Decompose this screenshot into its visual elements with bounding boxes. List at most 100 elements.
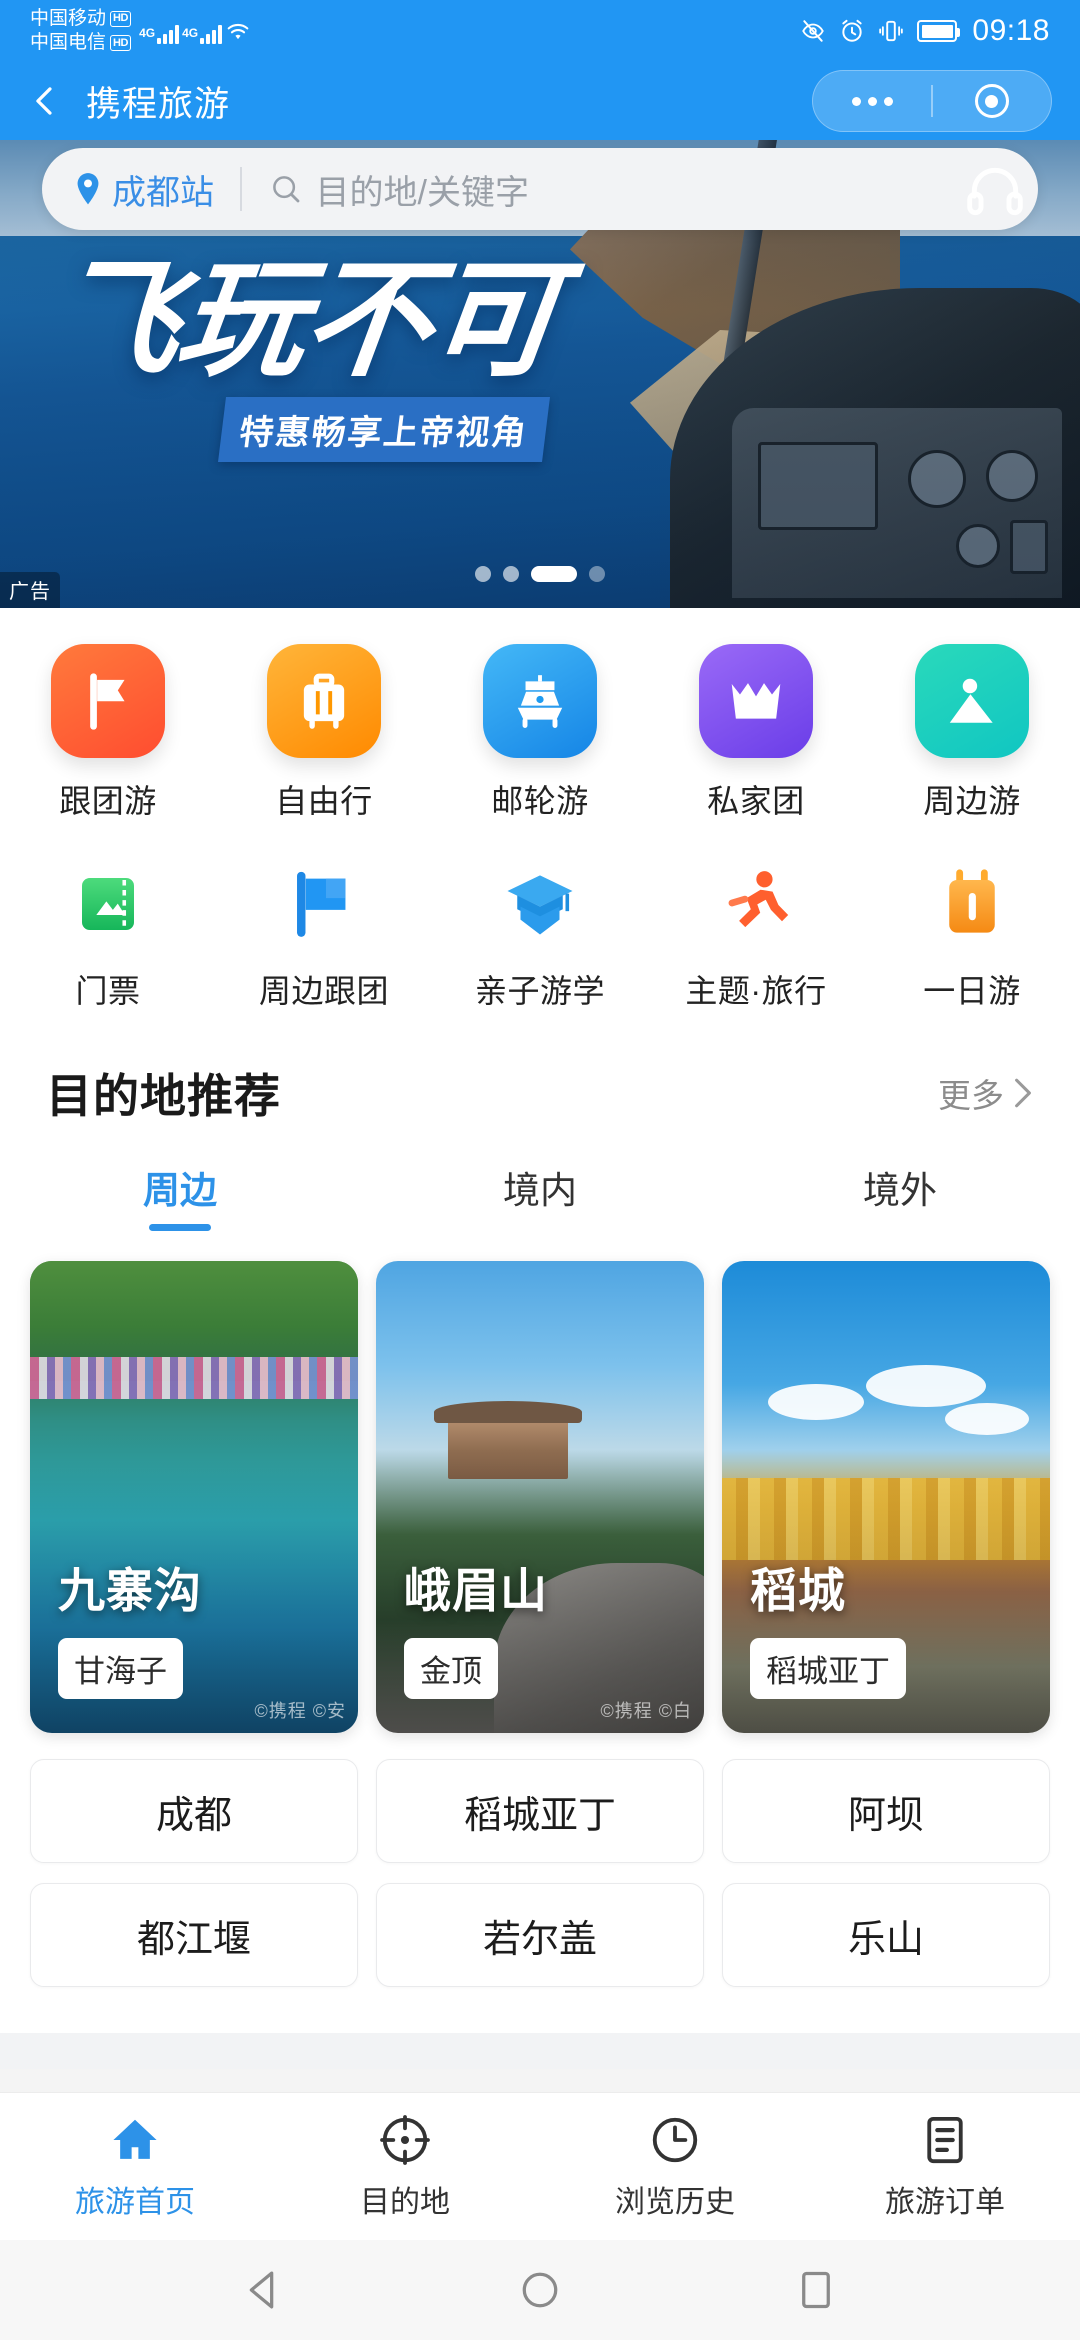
android-home-icon[interactable] <box>517 2267 563 2313</box>
tab-jingnei[interactable]: 境内 <box>360 1160 720 1231</box>
more-button[interactable] <box>813 71 931 131</box>
destination-card-jiuzhaigou[interactable]: 九寨沟 甘海子 ©携程 ©安 <box>30 1261 358 1733</box>
section-title: 目的地推荐 <box>46 1070 281 1122</box>
signal-group-1: 4G <box>139 24 180 44</box>
bottomnav-label: 浏览历史 <box>615 2185 735 2219</box>
battery-icon <box>917 20 961 42</box>
destination-section: 目的地推荐 更多 周边 境内 境外 九寨沟 甘海子 ©携程 ©安 峨眉山 金顶 … <box>0 1034 1080 2033</box>
carrier-name-1: 中国移动 <box>30 7 107 29</box>
back-chevron-icon[interactable] <box>28 84 62 118</box>
quicknav-label: 邮轮游 <box>491 783 589 819</box>
chip-chengdu[interactable]: 成都 <box>30 1759 358 1863</box>
signal-indicators: 4G 4G <box>139 18 251 44</box>
chevron-right-icon <box>1015 1078 1031 1108</box>
card-tag: 稻城亚丁 <box>750 1638 906 1699</box>
status-bar-time: 09:18 <box>972 14 1050 47</box>
calendar-icon <box>924 856 1020 952</box>
destination-card-daocheng[interactable]: 稻城 稻城亚丁 <box>722 1261 1050 1733</box>
chip-aba[interactable]: 阿坝 <box>722 1759 1050 1863</box>
chip-ruoergai[interactable]: 若尔盖 <box>376 1883 704 1987</box>
section-header: 目的地推荐 更多 <box>0 1034 1080 1136</box>
ad-label: 广告 <box>0 572 60 608</box>
destination-tabs: 周边 境内 境外 <box>0 1136 1080 1231</box>
quicknav-item-youlunyou[interactable]: 邮轮游 <box>432 644 648 822</box>
headset-icon[interactable] <box>964 160 1026 222</box>
network-label-2: 4G <box>182 26 199 40</box>
quicknav-label: 周边游 <box>923 783 1021 819</box>
quick-nav-grid: 跟团游 自由行 邮轮游 私家团 周边游 门票 周边跟团 亲子游学 主题·旅行 一… <box>0 608 1080 1034</box>
banner-dot-4[interactable] <box>589 566 605 582</box>
status-bar-carriers: 中国移动 HD 中国电信 HD <box>30 7 132 56</box>
card-tag: 甘海子 <box>58 1638 183 1699</box>
blue-flag-icon <box>276 856 372 952</box>
clock-icon <box>652 2117 698 2162</box>
more-label: 更多 <box>938 1077 1004 1114</box>
home-icon <box>113 2119 157 2159</box>
chip-dujiangyan[interactable]: 都江堰 <box>30 1883 358 1987</box>
chip-row-1: 成都 稻城亚丁 阿坝 <box>30 1759 1050 1863</box>
quicknav-label: 私家团 <box>707 783 805 819</box>
quicknav-item-sijiatuan[interactable]: 私家团 <box>648 644 864 822</box>
quicknav-item-yiriyou[interactable]: 一日游 <box>864 856 1080 1012</box>
selected-city: 成都站 <box>112 173 214 212</box>
tab-jingwai[interactable]: 境外 <box>720 1160 1080 1231</box>
banner-dot-2[interactable] <box>503 566 519 582</box>
bottomnav-label: 旅游首页 <box>75 2185 195 2219</box>
card-watermark: ©携程 ©安 <box>254 1701 346 1721</box>
quick-nav-row-1: 跟团游 自由行 邮轮游 私家团 周边游 <box>0 644 1080 822</box>
search-bar[interactable]: 成都站 目的地/关键字 <box>42 148 1038 230</box>
signal-group-2: 4G <box>182 24 223 44</box>
compass-icon <box>380 2114 430 2165</box>
quicknav-item-menpiao[interactable]: 门票 <box>0 856 216 1012</box>
bottomnav-label: 旅游订单 <box>885 2185 1005 2219</box>
bottomnav-item-orders[interactable]: 旅游订单 <box>810 2093 1080 2240</box>
app-header: 携程旅游 <box>0 62 1080 140</box>
android-navigation-bar <box>0 2240 1080 2340</box>
wifi-icon <box>227 23 249 40</box>
quicknav-item-zhoubiangentuan[interactable]: 周边跟团 <box>216 856 432 1012</box>
miniprogram-capsule <box>812 70 1052 132</box>
android-recents-icon[interactable] <box>793 2267 839 2313</box>
quicknav-item-zhoubianyou[interactable]: 周边游 <box>864 644 1080 822</box>
quicknav-item-tuantuanyou[interactable]: 跟团游 <box>0 644 216 822</box>
destination-chips: 成都 稻城亚丁 阿坝 都江堰 若尔盖 乐山 <box>0 1733 1080 1987</box>
banner-pagination[interactable] <box>0 566 1080 582</box>
quicknav-item-qinziyouxue[interactable]: 亲子游学 <box>432 856 648 1012</box>
bottomnav-item-destination[interactable]: 目的地 <box>270 2093 540 2240</box>
banner-subtitle: 特惠畅享上帝视角 <box>218 396 550 462</box>
banner-dot-1[interactable] <box>475 566 491 582</box>
alarm-icon <box>842 19 863 42</box>
tab-underline <box>509 1224 571 1231</box>
search-input[interactable]: 目的地/关键字 <box>242 165 1039 214</box>
order-list-icon <box>927 2116 963 2163</box>
more-link[interactable]: 更多 <box>938 1069 1034 1117</box>
quicknav-label: 跟团游 <box>59 783 157 819</box>
card-watermark: ©携程 ©白 <box>600 1701 692 1721</box>
card-tag: 金顶 <box>404 1638 498 1699</box>
close-miniprogram-button[interactable] <box>933 71 1051 131</box>
quicknav-item-zhutilvxing[interactable]: 主题·旅行 <box>648 856 864 1012</box>
search-icon <box>272 176 299 203</box>
quicknav-label: 一日游 <box>923 973 1021 1009</box>
status-bar: 中国移动 HD 中国电信 HD 4G 4G 09:18 <box>0 0 1080 62</box>
bottomnav-item-home[interactable]: 旅游首页 <box>0 2093 270 2240</box>
graduation-cap-icon <box>492 856 588 952</box>
chip-daochengyading[interactable]: 稻城亚丁 <box>376 1759 704 1863</box>
quicknav-label: 亲子游学 <box>474 973 605 1009</box>
city-selector[interactable]: 成都站 <box>42 148 240 230</box>
suitcase-icon <box>267 644 381 758</box>
cruise-ship-icon <box>483 644 597 758</box>
tab-zhoubian[interactable]: 周边 <box>0 1160 360 1231</box>
bottomnav-item-history[interactable]: 浏览历史 <box>540 2093 810 2240</box>
android-back-icon[interactable] <box>241 2267 287 2313</box>
tab-label: 境外 <box>863 1170 937 1211</box>
chip-leshan[interactable]: 乐山 <box>722 1883 1050 1987</box>
card-title: 峨眉山 <box>404 1564 548 1617</box>
destination-card-emeishan[interactable]: 峨眉山 金顶 ©携程 ©白 <box>376 1261 704 1733</box>
quicknav-item-ziyouxing[interactable]: 自由行 <box>216 644 432 822</box>
hd-badge-2: HD <box>110 35 132 52</box>
signal-bars-icon-2 <box>200 24 223 44</box>
runner-icon <box>708 856 804 952</box>
quicknav-label: 主题·旅行 <box>685 973 827 1009</box>
banner-dot-3-active[interactable] <box>531 566 577 582</box>
